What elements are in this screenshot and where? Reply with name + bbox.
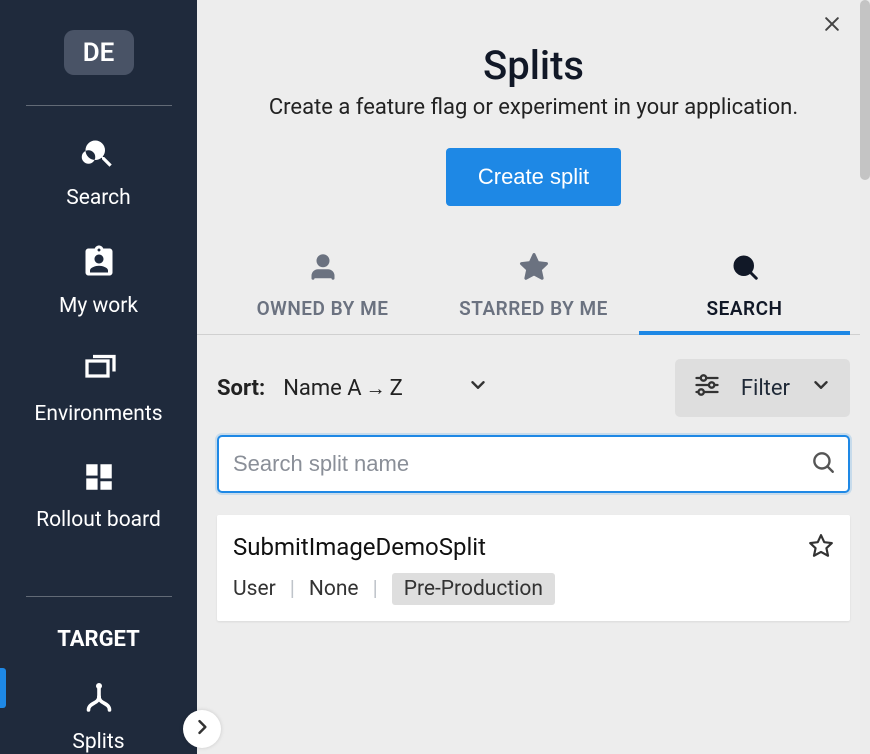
tabs: OWNED BY ME STARRED BY ME SEARCH (197, 252, 870, 335)
toolbar: Sort: Name A → Z Filter (197, 335, 870, 435)
meta-separator: | (373, 577, 378, 601)
split-traffic-type: User (233, 577, 276, 601)
sidebar-item-search[interactable]: Search (0, 136, 197, 210)
divider (26, 596, 172, 597)
chevron-down-icon (810, 374, 832, 402)
split-icon (81, 680, 117, 720)
sliders-icon (693, 371, 721, 405)
page-title: Splits (197, 42, 870, 89)
expand-sidebar-button[interactable] (183, 710, 221, 748)
divider (26, 105, 172, 106)
split-row[interactable]: SubmitImageDemoSplit User | None | Pre-P… (217, 515, 850, 621)
search-field-wrap (217, 435, 850, 493)
sort-value-suffix: Z (390, 376, 403, 401)
tab-starred-by-me[interactable]: STARRED BY ME (428, 252, 639, 334)
sidebar-item-label: Search (66, 186, 131, 210)
sidebar-item-label: My work (59, 294, 138, 318)
tab-owned-by-me[interactable]: OWNED BY ME (217, 252, 428, 334)
chevron-down-icon (467, 374, 489, 402)
sidebar-item-my-work[interactable]: My work (0, 244, 197, 318)
grid-icon (82, 460, 116, 498)
search-icon (730, 252, 760, 287)
star-split-button[interactable] (808, 533, 834, 563)
layers-icon (81, 352, 117, 392)
sidebar-item-label: Rollout board (36, 508, 161, 532)
main-panel: Splits Create a feature flag or experime… (197, 0, 870, 754)
sort-value-prefix: Name A (283, 376, 361, 401)
clipboard-user-icon (81, 244, 117, 284)
user-icon (308, 252, 338, 287)
environment-chip: Pre-Production (392, 573, 555, 605)
tab-search[interactable]: SEARCH (639, 252, 850, 334)
sort-value: Name A → Z (283, 376, 403, 401)
split-meta: User | None | Pre-Production (233, 573, 834, 605)
filter-label: Filter (741, 376, 790, 401)
create-split-button[interactable]: Create split (446, 148, 621, 206)
chevron-right-icon (192, 717, 212, 741)
search-input[interactable] (217, 435, 850, 493)
tab-label: SEARCH (707, 297, 783, 320)
tab-label: OWNED BY ME (257, 297, 389, 320)
split-owner: None (309, 577, 359, 601)
tab-label: STARRED BY ME (459, 297, 608, 320)
sort-dropdown[interactable]: Sort: Name A → Z (217, 374, 489, 402)
section-header-target: TARGET (57, 627, 140, 652)
sidebar-item-environments[interactable]: Environments (0, 352, 197, 426)
sidebar-item-label: Environments (34, 402, 162, 426)
filter-button[interactable]: Filter (675, 359, 850, 417)
sidebar-item-splits[interactable]: Splits (0, 680, 197, 754)
star-outline-icon (808, 544, 834, 563)
search-icon (810, 449, 836, 479)
close-button[interactable] (822, 14, 842, 38)
arrow-right-icon: → (366, 376, 386, 401)
active-marker (0, 668, 6, 708)
close-icon (822, 19, 842, 38)
sidebar-item-label: Splits (72, 730, 124, 754)
meta-separator: | (290, 577, 295, 601)
avatar[interactable]: DE (64, 30, 134, 75)
sort-label: Sort: (217, 376, 265, 401)
scrollbar-thumb[interactable] (860, 0, 870, 180)
split-name: SubmitImageDemoSplit (233, 533, 834, 561)
scrollbar[interactable] (860, 0, 870, 754)
page-subtitle: Create a feature flag or experiment in y… (197, 95, 870, 120)
star-icon (519, 252, 549, 287)
sidebar: DE Search My work Environments Rollout b… (0, 0, 197, 754)
search-icon (81, 136, 117, 176)
sidebar-item-rollout-board[interactable]: Rollout board (0, 460, 197, 532)
